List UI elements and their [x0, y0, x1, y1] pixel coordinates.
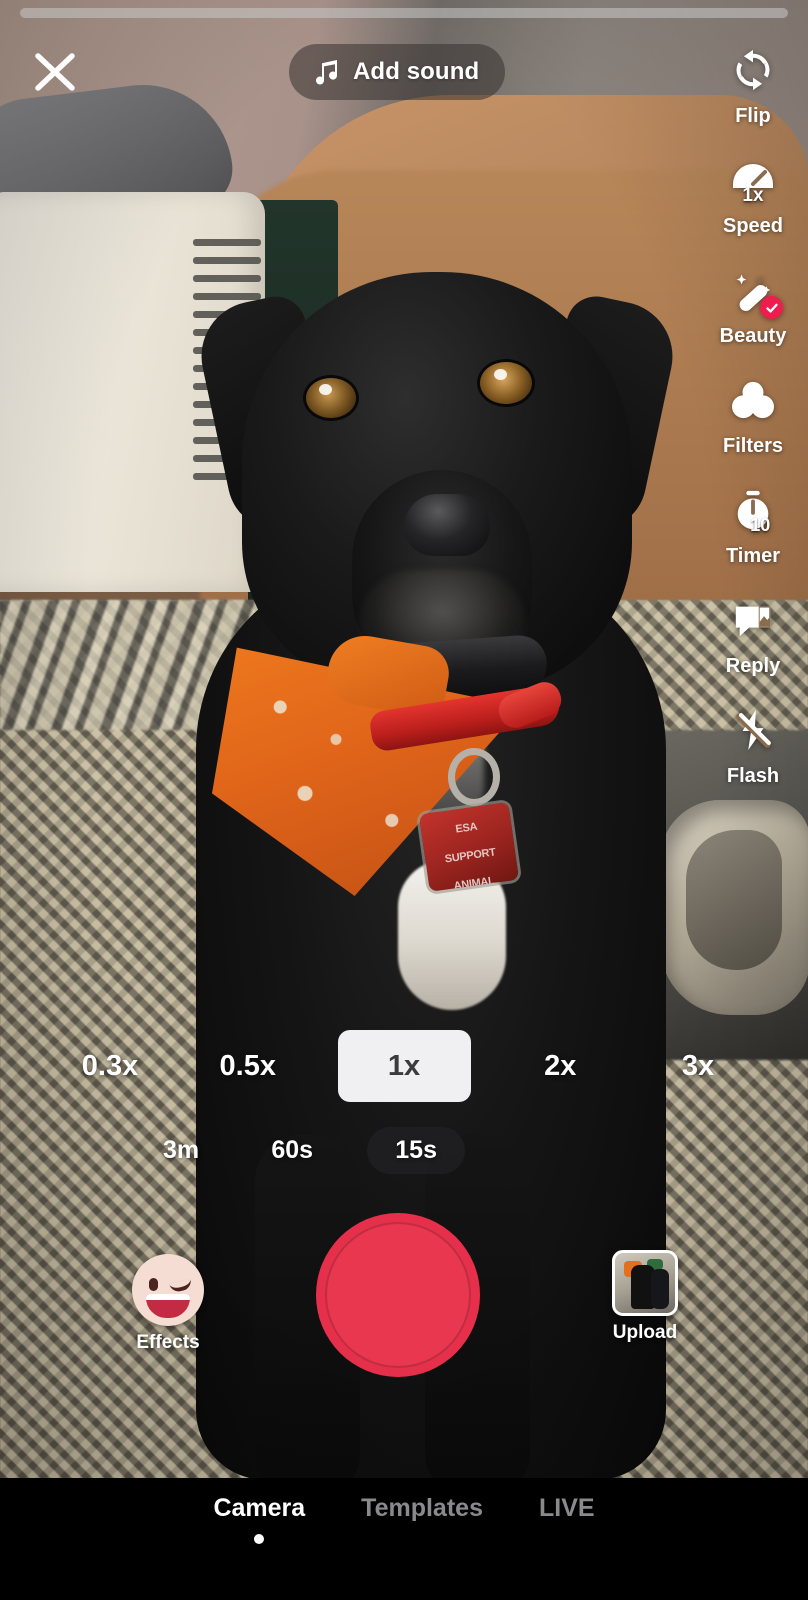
thumb-subject-2: [651, 1269, 669, 1309]
dog-collar-ring: [448, 748, 500, 806]
face-wink: [169, 1278, 193, 1294]
background-shoe-opening: [686, 830, 782, 970]
add-sound-button[interactable]: Add sound: [289, 44, 506, 100]
sidebar-item-filters[interactable]: Filters: [698, 372, 808, 458]
dog-eye-left: [306, 378, 356, 418]
dog-id-tag: ESA SUPPORT ANIMAL: [419, 802, 519, 892]
sidebar-item-speed[interactable]: 1x Speed: [698, 152, 808, 238]
sidebar-label-filters: Filters: [722, 435, 784, 457]
speed-value: 1x: [742, 185, 764, 206]
zoom-option-0.3x[interactable]: 0.3x: [62, 1030, 158, 1102]
sidebar-label-timer: Timer: [725, 545, 781, 567]
tab-live-label: LIVE: [538, 1494, 595, 1522]
duration-option-60s[interactable]: 60s: [253, 1129, 331, 1172]
sidebar-item-flash[interactable]: Flash: [698, 702, 808, 788]
beauty-active-badge: [760, 296, 783, 319]
sidebar-label-flip: Flip: [735, 105, 771, 127]
check-icon: [765, 303, 778, 313]
tab-live[interactable]: LIVE: [539, 1494, 595, 1544]
sidebar-label-speed: Speed: [722, 215, 784, 237]
tiktok-camera-screen: ESA SUPPORT ANIMAL Add sound Flip 1x Spe…: [0, 0, 808, 1600]
sidebar-item-timer[interactable]: 10 Timer: [698, 482, 808, 568]
flip-camera-icon: [725, 42, 781, 98]
upload-label: Upload: [612, 1322, 678, 1343]
stopwatch-icon: 10: [725, 482, 781, 538]
zoom-option-2x[interactable]: 2x: [512, 1030, 608, 1102]
tab-templates-label: Templates: [361, 1494, 483, 1522]
zoom-option-3x[interactable]: 3x: [650, 1030, 746, 1102]
filters-icon: [725, 372, 781, 428]
sidebar-item-flip[interactable]: Flip: [698, 42, 808, 128]
sidebar-item-reply[interactable]: Reply: [698, 592, 808, 678]
gallery-thumbnail-icon: [612, 1250, 678, 1316]
zoom-option-0.5x[interactable]: 0.5x: [200, 1030, 296, 1102]
dog-eye-right: [480, 362, 532, 404]
tab-active-indicator: [254, 1534, 265, 1544]
tab-camera-label: Camera: [213, 1494, 306, 1522]
magic-wand-icon: [725, 262, 783, 319]
camera-tools-sidebar: Flip 1x Speed Beauty Filters 10 Timer Re…: [698, 42, 808, 812]
winking-face-icon: [132, 1254, 204, 1326]
top-bar: Add sound: [0, 42, 808, 104]
reply-icon: [725, 592, 781, 648]
recording-progress-bar: [20, 8, 788, 18]
zoom-level-selector: 0.3x 0.5x 1x 2x 3x: [62, 1030, 746, 1102]
tab-camera[interactable]: Camera: [213, 1494, 305, 1544]
duration-option-3m[interactable]: 3m: [145, 1129, 217, 1172]
upload-button[interactable]: Upload: [600, 1250, 690, 1344]
bottom-tab-bar: Camera Templates LIVE: [0, 1478, 808, 1600]
close-button[interactable]: [28, 42, 82, 100]
face-eye: [149, 1278, 158, 1291]
timer-value: 10: [750, 515, 771, 535]
sidebar-item-beauty[interactable]: Beauty: [698, 262, 808, 348]
dog-nose: [404, 494, 490, 556]
close-icon: [35, 53, 75, 91]
add-sound-label: Add sound: [353, 58, 480, 85]
face-mouth: [146, 1294, 190, 1318]
flash-off-icon: [725, 702, 781, 758]
zoom-option-1x[interactable]: 1x: [337, 1030, 471, 1102]
effects-label: Effects: [136, 1332, 200, 1353]
sidebar-label-beauty: Beauty: [719, 325, 787, 347]
music-note-icon: [315, 57, 341, 87]
sidebar-label-reply: Reply: [725, 655, 781, 677]
tab-templates[interactable]: Templates: [361, 1494, 483, 1544]
sidebar-label-flash: Flash: [726, 765, 780, 787]
duration-selector: 3m 60s 15s: [145, 1120, 465, 1180]
duration-option-15s[interactable]: 15s: [367, 1126, 465, 1174]
effects-button[interactable]: Effects: [124, 1254, 212, 1354]
speedometer-icon: 1x: [725, 152, 781, 208]
record-button[interactable]: [316, 1213, 480, 1377]
